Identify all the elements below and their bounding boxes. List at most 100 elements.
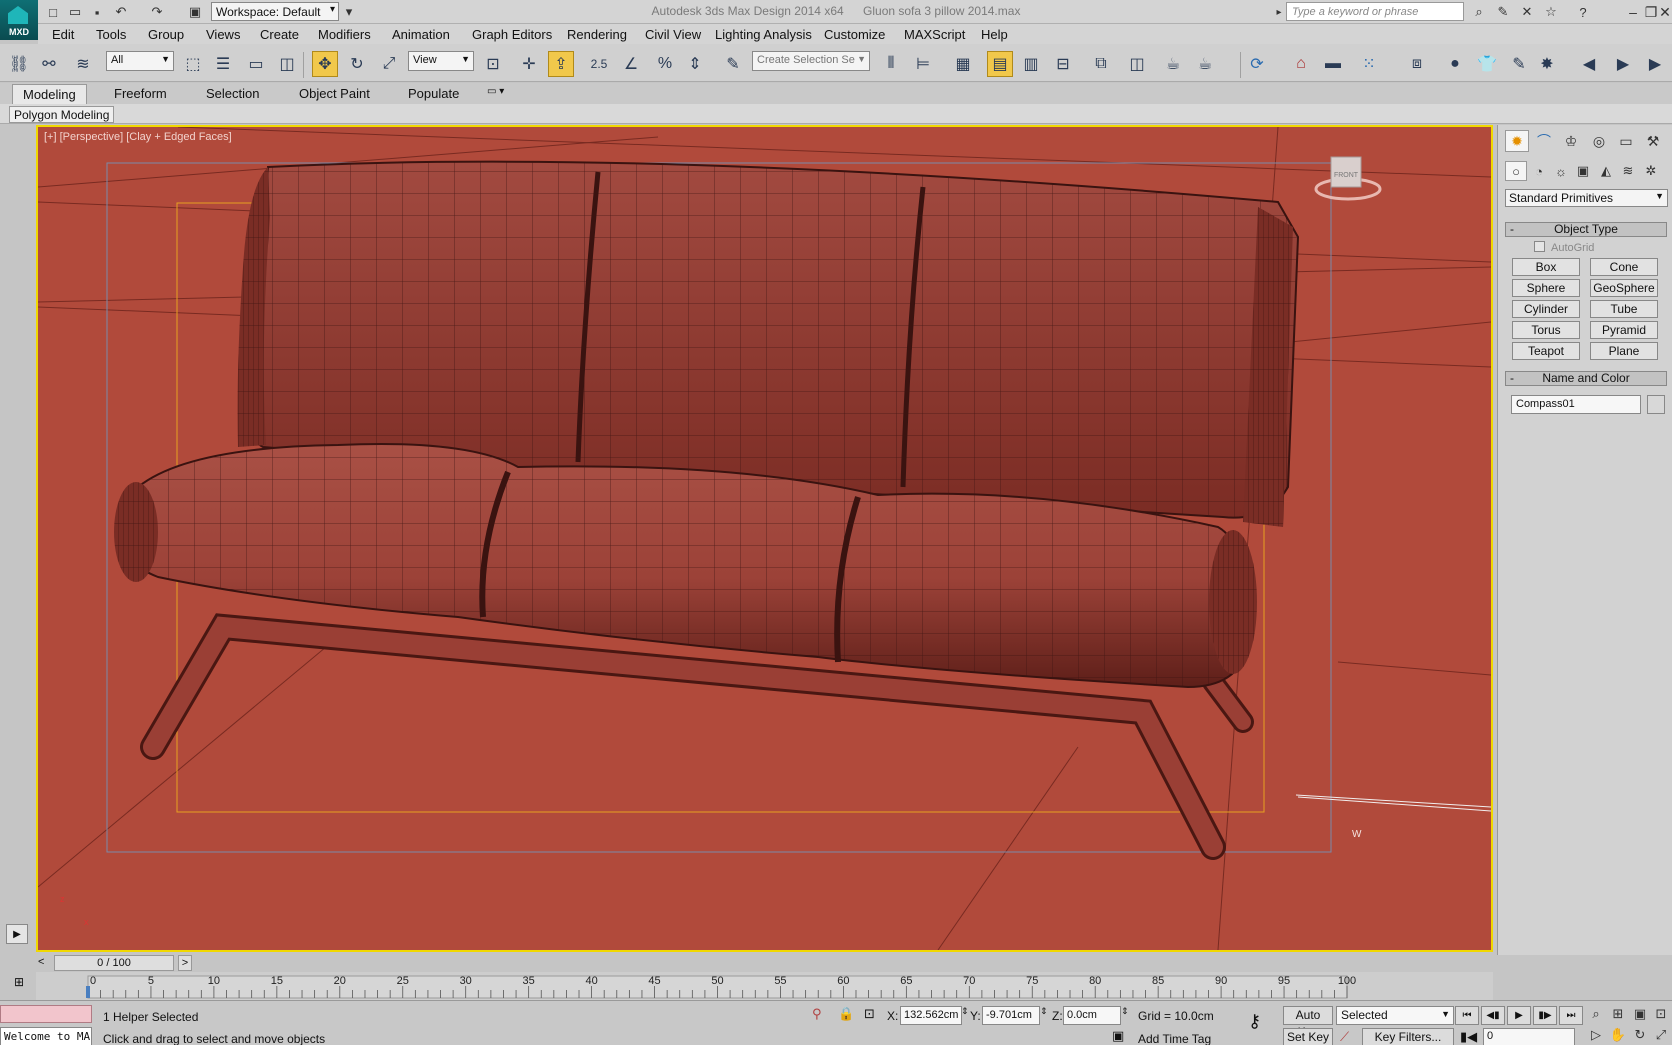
animation-back-icon[interactable]: ◀ bbox=[1576, 51, 1602, 77]
key-filters-button[interactable]: Key Filters... bbox=[1362, 1028, 1454, 1045]
maxscript-listener-output[interactable] bbox=[0, 1005, 92, 1023]
angle-snap-icon[interactable]: ∠ bbox=[618, 51, 644, 77]
menu-modifiers[interactable]: Modifiers bbox=[318, 27, 371, 42]
play-icon[interactable]: ▶ bbox=[1507, 1006, 1531, 1025]
set-key-button[interactable]: Set Key bbox=[1283, 1028, 1333, 1045]
go-to-end-icon[interactable]: ⏭ bbox=[1559, 1006, 1583, 1025]
zoom-extents-all-icon[interactable]: ⊡ bbox=[1650, 1004, 1672, 1024]
reference-coordinate-dropdown[interactable]: View ▼ bbox=[408, 51, 474, 71]
open-mini-curve-editor-icon[interactable]: ⊞ bbox=[14, 975, 32, 991]
key-mode-toggle-icon[interactable]: ▮◀ bbox=[1460, 1029, 1477, 1045]
menu-rendering[interactable]: Rendering bbox=[567, 27, 627, 42]
hair-brush-icon[interactable]: ✎ bbox=[1506, 51, 1532, 77]
cylinder-button[interactable]: Cylinder bbox=[1512, 300, 1580, 318]
sphere-primitive-icon[interactable]: ● bbox=[1442, 51, 1468, 77]
slider-next-button[interactable]: > bbox=[178, 955, 192, 971]
lights-icon[interactable]: ☼ bbox=[1550, 161, 1572, 181]
pan-view-icon[interactable]: ✋ bbox=[1607, 1025, 1629, 1045]
shapes-icon[interactable]: ◔ bbox=[1528, 161, 1550, 181]
cloth-shirt-icon[interactable]: 👕 bbox=[1474, 51, 1500, 77]
civil-view-icon[interactable]: ⌂ bbox=[1288, 51, 1314, 77]
tab-object-paint[interactable]: Object Paint bbox=[289, 84, 380, 104]
restore-icon[interactable]: ❐ bbox=[1644, 2, 1658, 22]
expand-viewport-icon[interactable]: ▶ bbox=[6, 924, 28, 944]
selection-lock-icon[interactable]: 🔒 bbox=[838, 1006, 854, 1022]
viewport-label[interactable]: [+] [Perspective] [Clay + Edged Faces] bbox=[44, 131, 232, 143]
orbit-icon[interactable]: ↻ bbox=[1629, 1025, 1651, 1045]
selection-filter-dropdown[interactable]: All ▼ bbox=[106, 51, 174, 71]
default-tangents-icon[interactable]: ⟋ bbox=[1340, 1029, 1349, 1045]
cameras-icon[interactable]: ▣ bbox=[1572, 161, 1594, 181]
ribbon-options-icon[interactable]: ▭ ▾ bbox=[477, 84, 514, 104]
toggle-scene-explorer-icon[interactable]: ▦ bbox=[950, 51, 976, 77]
slider-prev-button[interactable]: < bbox=[38, 956, 44, 968]
snaps-toggle-icon[interactable]: 2.5 bbox=[586, 51, 612, 77]
z-coord-field[interactable]: 0.0cm bbox=[1063, 1006, 1121, 1025]
menu-customize[interactable]: Customize bbox=[824, 27, 885, 42]
zoom-all-icon[interactable]: ⊞ bbox=[1607, 1004, 1629, 1024]
menu-tools[interactable]: Tools bbox=[96, 27, 126, 42]
set-key-icon[interactable]: ⚷ bbox=[1248, 1011, 1261, 1032]
select-object-icon[interactable]: ⬚ bbox=[180, 51, 206, 77]
zoom-icon[interactable]: ⌕ bbox=[1585, 1004, 1607, 1024]
object-type-rollout[interactable]: - Object Type bbox=[1505, 222, 1667, 237]
render-setup-icon[interactable]: ☕ bbox=[1160, 51, 1186, 77]
menu-views[interactable]: Views bbox=[206, 27, 240, 42]
motion-tab-icon[interactable]: ◎ bbox=[1587, 130, 1611, 152]
binoculars-icon[interactable]: ⌕ bbox=[1470, 3, 1488, 21]
spinner-snap-icon[interactable]: ⇕ bbox=[682, 51, 708, 77]
select-and-move-icon[interactable]: ✥ bbox=[312, 51, 338, 77]
field-of-view-icon[interactable]: ▷ bbox=[1585, 1025, 1607, 1045]
polygon-modeling-panel[interactable]: Polygon Modeling bbox=[9, 106, 115, 123]
modify-tab-icon[interactable]: ⌒ bbox=[1532, 130, 1556, 152]
tube-button[interactable]: Tube bbox=[1590, 300, 1658, 318]
object-color-swatch[interactable] bbox=[1647, 395, 1665, 414]
containers-icon[interactable]: ▬ bbox=[1320, 51, 1346, 77]
geometry-icon[interactable]: ○ bbox=[1505, 161, 1527, 181]
save-file-icon[interactable]: ▪ bbox=[88, 3, 106, 21]
tab-freeform[interactable]: Freeform bbox=[104, 84, 177, 104]
track-bar[interactable]: 0 5 10 15 20 25 30 35 40 45 50 55 60 65 70 75 80 85 90 95 10… bbox=[36, 972, 1493, 1000]
time-tag-icon[interactable]: ▣ bbox=[1112, 1028, 1124, 1044]
menu-civil-view[interactable]: Civil View bbox=[645, 27, 701, 42]
customize-quick-access-icon[interactable]: ▾ bbox=[340, 3, 358, 21]
material-editor-icon[interactable]: ◫ bbox=[1124, 51, 1150, 77]
schematic-view-icon[interactable]: ⧉ bbox=[1088, 51, 1114, 77]
pyramid-button[interactable]: Pyramid bbox=[1590, 321, 1658, 339]
time-slider-thumb[interactable]: 0 / 100 bbox=[54, 955, 174, 971]
utilities-tab-icon[interactable]: ⚒ bbox=[1641, 130, 1665, 152]
select-by-name-icon[interactable]: ☰ bbox=[210, 51, 236, 77]
current-frame-field[interactable]: 0 bbox=[1483, 1028, 1575, 1045]
display-tab-icon[interactable]: ▭ bbox=[1614, 130, 1638, 152]
create-tab-icon[interactable]: ✹ bbox=[1505, 130, 1529, 152]
pivot-center-icon[interactable]: ⊡ bbox=[480, 51, 506, 77]
key-mode-dropdown[interactable]: Selected ▼ bbox=[1336, 1006, 1454, 1025]
mirror-icon[interactable]: ⫴ bbox=[878, 51, 904, 77]
geosphere-button[interactable]: GeoSphere bbox=[1590, 279, 1658, 297]
particle-view-icon[interactable]: ⁙ bbox=[1356, 51, 1382, 77]
close-icon[interactable]: ✕ bbox=[1658, 2, 1672, 22]
communication-center-icon[interactable]: ✕ bbox=[1518, 3, 1536, 21]
animation-play-icon[interactable]: ▶ bbox=[1610, 51, 1636, 77]
tab-modeling[interactable]: Modeling bbox=[12, 84, 87, 104]
menu-graph-editors[interactable]: Graph Editors bbox=[472, 27, 552, 42]
go-to-start-icon[interactable]: ⏮ bbox=[1455, 1006, 1479, 1025]
rectangular-selection-icon[interactable]: ▭ bbox=[243, 51, 269, 77]
perspective-viewport[interactable]: [+] [Perspective] [Clay + Edged Faces] F… bbox=[36, 125, 1493, 952]
window-crossing-icon[interactable]: ◫ bbox=[274, 51, 300, 77]
menu-maxscript[interactable]: MAXScript bbox=[904, 27, 965, 42]
y-spinner-icon[interactable]: ⇕ bbox=[1040, 1006, 1048, 1017]
named-selection-set-dropdown[interactable]: Create Selection Se ▼ bbox=[752, 51, 870, 71]
menu-help[interactable]: Help bbox=[981, 27, 1008, 42]
curve-editor-icon[interactable]: ⊟ bbox=[1050, 51, 1076, 77]
menu-group[interactable]: Group bbox=[148, 27, 184, 42]
next-frame-icon[interactable]: ▮▶ bbox=[1533, 1006, 1557, 1025]
select-and-scale-icon[interactable]: ⤢ bbox=[376, 51, 402, 77]
menu-create[interactable]: Create bbox=[260, 27, 299, 42]
percent-snap-icon[interactable]: % bbox=[652, 51, 678, 77]
open-file-icon[interactable]: ▭ bbox=[66, 3, 84, 21]
isolate-selection-icon[interactable]: ⚲ bbox=[812, 1006, 822, 1022]
minimize-icon[interactable]: – bbox=[1624, 2, 1642, 22]
z-spinner-icon[interactable]: ⇕ bbox=[1121, 1006, 1129, 1017]
y-coord-field[interactable]: -9.701cm bbox=[982, 1006, 1040, 1025]
